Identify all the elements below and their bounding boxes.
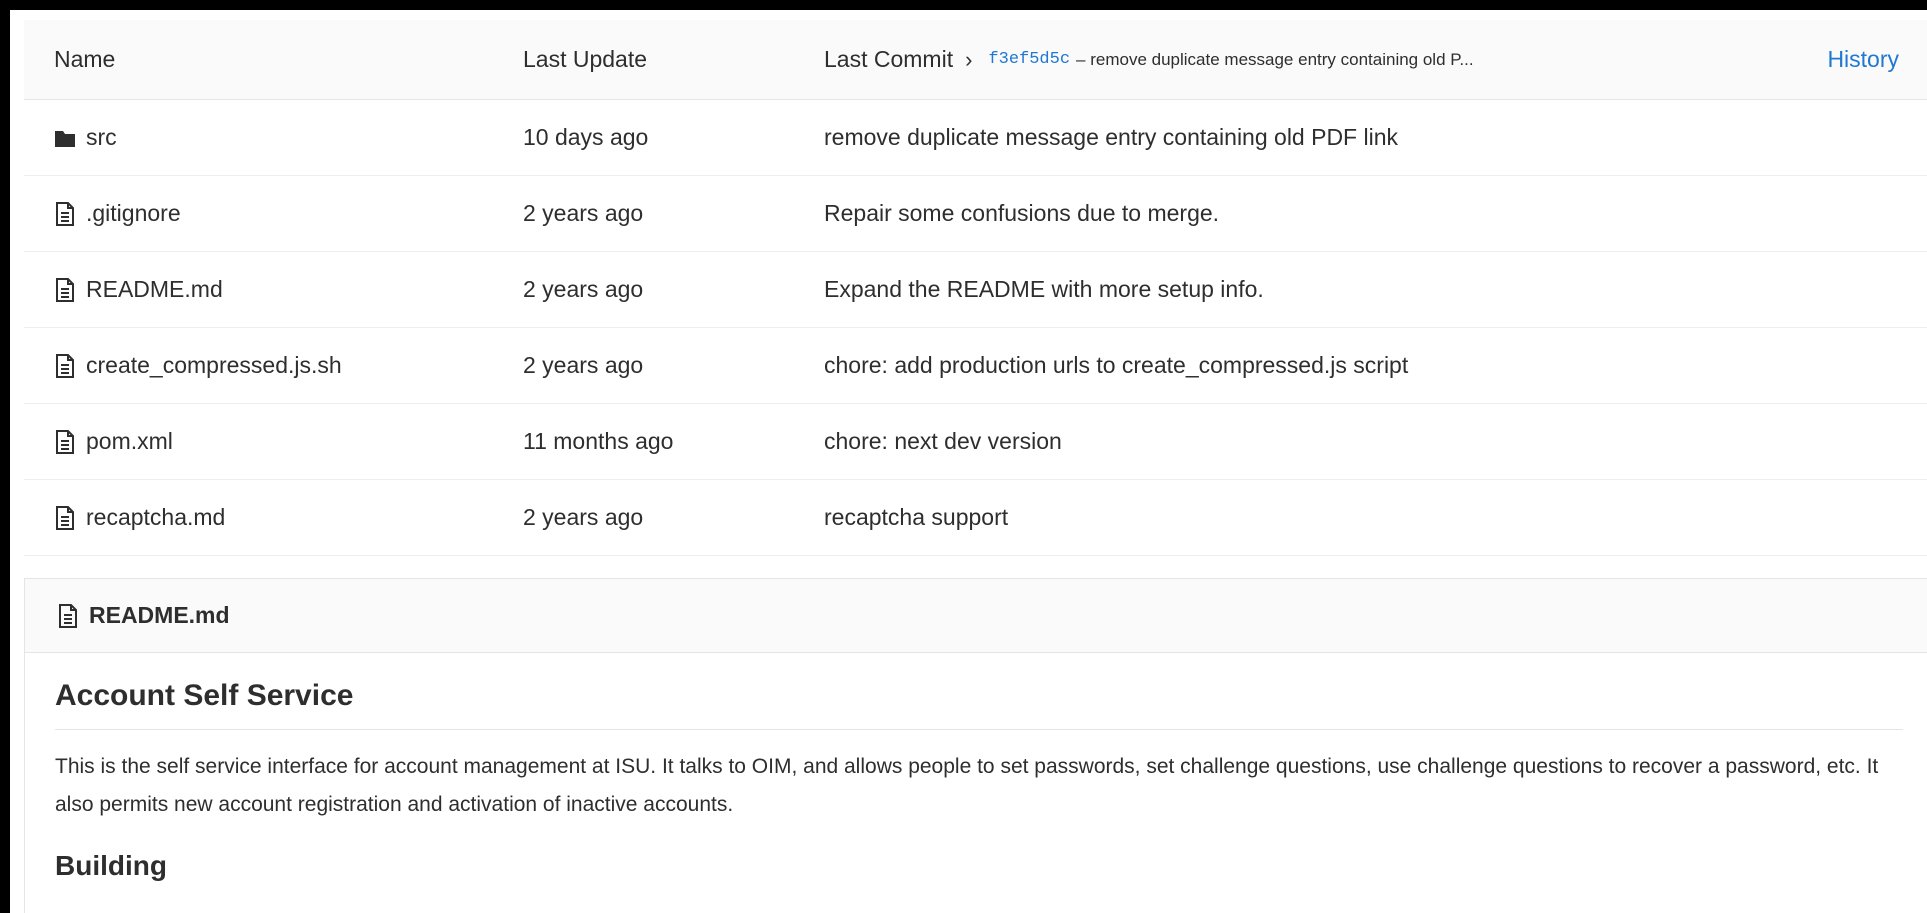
file-name-cell: src xyxy=(54,124,117,151)
commit-message-link[interactable]: Expand the README with more setup info. xyxy=(824,276,1264,303)
file-row[interactable]: .gitignore 2 years ago Repair some confusi… xyxy=(24,176,1927,252)
file-tree: Name Last Update Last Commit › f3ef5d5c … xyxy=(24,20,1927,556)
file-row[interactable]: README.md 2 years ago Expand the README wi… xyxy=(24,252,1927,328)
readme-content: Account Self Service This is the self se… xyxy=(25,679,1927,882)
file-name-cell: create_compressed.js.sh xyxy=(54,352,342,379)
file-text-icon xyxy=(57,603,79,629)
commit-sha-link[interactable]: f3ef5d5c xyxy=(988,50,1070,69)
last-update-cell: 2 years ago xyxy=(523,504,644,530)
file-name-cell: README.md xyxy=(54,276,223,303)
commit-message-link[interactable]: remove duplicate message entry containin… xyxy=(824,124,1398,151)
file-tree-header: Name Last Update Last Commit › f3ef5d5c … xyxy=(24,20,1927,100)
file-name-link[interactable]: create_compressed.js.sh xyxy=(86,352,342,379)
file-text-icon xyxy=(54,201,76,227)
file-name-link[interactable]: src xyxy=(86,124,117,151)
last-commit-label: Last Commit xyxy=(824,46,954,72)
file-row[interactable]: create_compressed.js.sh 2 years ago chore:… xyxy=(24,328,1927,404)
last-update-cell: 2 years ago xyxy=(523,200,644,226)
last-commit-column-header: Last Commit › f3ef5d5c – remove duplicat… xyxy=(824,46,1474,73)
file-row[interactable]: pom.xml 11 months ago chore: next dev vers… xyxy=(24,404,1927,480)
file-name-link[interactable]: README.md xyxy=(86,276,223,303)
readme-filename: README.md xyxy=(89,602,230,628)
file-name-cell: pom.xml xyxy=(54,428,173,455)
last-commit-message: – remove duplicate message entry contain… xyxy=(1076,49,1474,69)
history-link[interactable]: History xyxy=(1827,46,1899,73)
last-update-cell: 2 years ago xyxy=(523,276,644,302)
file-row[interactable]: src 10 days ago remove duplicate message e… xyxy=(24,100,1927,176)
readme-panel: README.md Account Self Service This is t… xyxy=(24,578,1927,913)
readme-header: README.md xyxy=(25,579,1927,653)
file-text-icon xyxy=(54,505,76,531)
file-row[interactable]: recaptcha.md 2 years ago recaptcha support xyxy=(24,480,1927,556)
commit-message-link[interactable]: chore: next dev version xyxy=(824,428,1062,455)
readme-section-heading: Building xyxy=(55,850,167,881)
last-update-column-header: Last Update xyxy=(523,46,648,72)
readme-paragraph: This is the self service interface for a… xyxy=(55,755,1879,816)
file-text-icon xyxy=(54,429,76,455)
file-text-icon xyxy=(54,277,76,303)
file-name-link[interactable]: pom.xml xyxy=(86,428,173,455)
commit-message-link[interactable]: chore: add production urls to create_com… xyxy=(824,352,1408,379)
file-name-link[interactable]: recaptcha.md xyxy=(86,504,225,531)
last-update-cell: 2 years ago xyxy=(523,352,644,378)
file-text-icon xyxy=(54,353,76,379)
file-name-link[interactable]: .gitignore xyxy=(86,200,181,227)
folder-icon xyxy=(54,125,76,151)
commit-message-link[interactable]: Repair some confusions due to merge. xyxy=(824,200,1219,227)
last-update-cell: 11 months ago xyxy=(523,428,674,454)
file-name-cell: .gitignore xyxy=(54,200,181,227)
last-update-cell: 10 days ago xyxy=(523,124,649,150)
commit-message-link[interactable]: recaptcha support xyxy=(824,504,1008,531)
chevron-right-icon: › xyxy=(965,46,973,72)
name-column-header: Name xyxy=(54,46,116,72)
file-name-cell: recaptcha.md xyxy=(54,504,225,531)
readme-title: Account Self Service xyxy=(55,679,1903,730)
repository-panel: Name Last Update Last Commit › f3ef5d5c … xyxy=(10,10,1927,913)
